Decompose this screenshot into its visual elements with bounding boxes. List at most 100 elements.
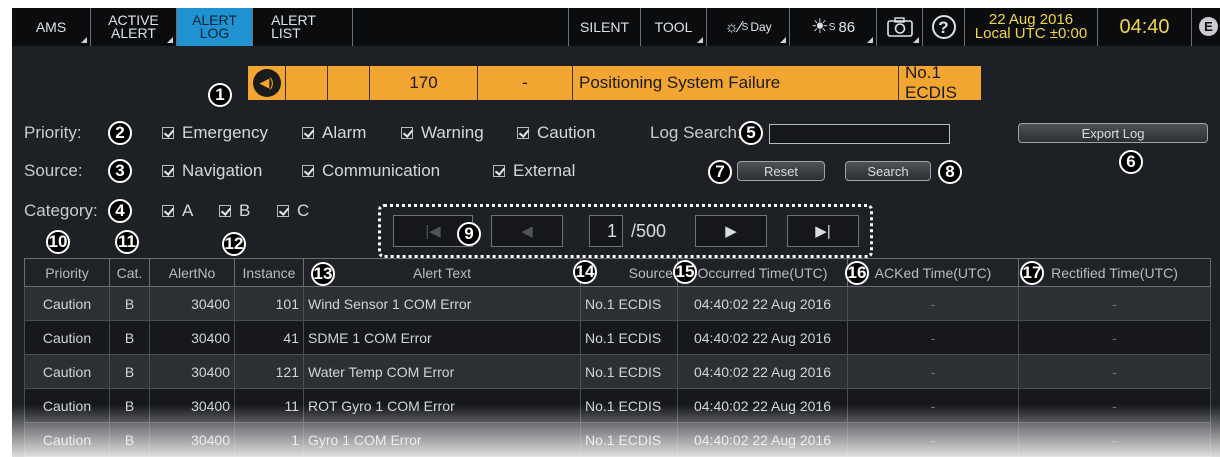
timezone-text: Local UTC ±0:00 — [974, 25, 1088, 42]
cell-category: B — [109, 354, 150, 389]
checkbox-check-icon — [162, 205, 174, 217]
cell-instance: 41 — [234, 320, 304, 355]
page-number-value: 1 — [606, 220, 617, 241]
table-row[interactable]: Caution B 30400 41 SDME 1 COM Error No.1 ECDI… — [24, 320, 1211, 355]
category-a-checkbox[interactable]: A — [162, 201, 193, 221]
callout-6-text: 6 — [1126, 152, 1136, 171]
source-navigation-checkbox[interactable]: Navigation — [162, 161, 262, 181]
category-c-label: C — [297, 201, 310, 220]
ams-button[interactable]: AMS — [12, 8, 91, 46]
sun-moon-icon: ☼⁄ — [724, 18, 742, 36]
callout-7-text: 7 — [715, 162, 725, 181]
checkbox-check-icon — [302, 165, 314, 177]
cell-alert-text: Water Temp COM Error — [303, 354, 581, 389]
cell-alert-no: 30400 — [149, 320, 235, 355]
help-button[interactable]: ? — [923, 8, 965, 46]
day-night-button[interactable]: ☼⁄ S Day — [707, 8, 790, 46]
source-communication-label: Communication — [322, 161, 441, 180]
priority-warning-checkbox[interactable]: Warning — [401, 123, 484, 143]
checkbox-check-icon — [302, 127, 314, 139]
cell-occurred-time: 04:40:02 22 Aug 2016 — [677, 354, 848, 389]
cell-alert-no: 30400 — [149, 286, 235, 321]
log-search-input[interactable] — [769, 124, 950, 144]
header-alert-text[interactable]: Alert Text — [303, 258, 581, 287]
tab-alert-list[interactable]: ALERT LIST — [253, 8, 353, 46]
tab-active-alert-label-2: ALERT — [111, 25, 156, 41]
callout-15: 15 — [673, 260, 697, 284]
callout-5-text: 5 — [746, 123, 756, 142]
cell-rectified-time: - — [1018, 354, 1211, 389]
source-external-checkbox[interactable]: External — [493, 161, 575, 181]
checkbox-check-icon — [401, 127, 413, 139]
next-page-icon: ▶ — [725, 223, 737, 240]
callout-4: 4 — [108, 199, 132, 223]
alert-cell-blank-2 — [328, 66, 370, 100]
cell-alert-text: SDME 1 COM Error — [303, 320, 581, 355]
header-rectified-time[interactable]: Rectified Time(UTC) — [1018, 258, 1211, 287]
search-button[interactable]: Search — [845, 161, 931, 181]
priority-emergency-checkbox[interactable]: Emergency — [162, 123, 268, 143]
category-c-checkbox[interactable]: C — [277, 201, 309, 221]
header-category[interactable]: Cat. — [109, 258, 150, 287]
speaker-cell[interactable]: ◀) — [248, 66, 286, 100]
prev-page-icon: ◀ — [521, 223, 533, 240]
source-communication-checkbox[interactable]: Communication — [302, 161, 440, 181]
top-bar: AMS ACTIVE ALERT ALERT LOG ALERT LIST SILEN… — [12, 8, 1220, 46]
next-page-button[interactable]: ▶ — [695, 215, 767, 247]
cell-acked-time: - — [847, 320, 1019, 355]
latest-alert-source-text: No.1 ECDIS — [905, 63, 957, 102]
callout-7: 7 — [708, 160, 732, 184]
latest-alert-no-text: 170 — [409, 73, 438, 92]
cell-instance: 101 — [234, 286, 304, 321]
cell-occurred-time: 04:40:02 22 Aug 2016 — [677, 286, 848, 321]
export-log-label: Export Log — [1081, 125, 1145, 141]
category-b-checkbox[interactable]: B — [219, 201, 250, 221]
screenshot-button[interactable] — [877, 8, 923, 46]
silent-label: SILENT — [579, 18, 629, 35]
tab-alert-list-label-2: LIST — [271, 25, 301, 41]
latest-alert-instance: - — [478, 66, 573, 100]
page-number-input[interactable]: 1 — [589, 215, 623, 247]
header-instance[interactable]: Instance — [234, 258, 304, 287]
speaker-icon[interactable]: ◀) — [252, 69, 281, 97]
reset-button[interactable]: Reset — [737, 161, 825, 181]
header-occurred-time[interactable]: Occurred Time(UTC) — [677, 258, 848, 287]
callout-10-text: 10 — [48, 232, 68, 251]
callout-3-text: 3 — [115, 161, 125, 180]
table-row[interactable]: Caution B 30400 121 Water Temp COM Error No.1… — [24, 354, 1211, 389]
cell-occurred-time: 04:40:02 22 Aug 2016 — [677, 320, 848, 355]
brightness-button[interactable]: ☀ S 86 — [790, 8, 877, 46]
latest-alert-bar[interactable]: ◀) 170 - Positioning System Failure No.1… — [248, 63, 981, 102]
help-icon: ? — [931, 15, 956, 39]
callout-10: 10 — [46, 230, 70, 254]
checkbox-check-icon — [277, 205, 289, 217]
header-acked-time[interactable]: ACKed Time(UTC) — [847, 258, 1019, 287]
pager: |◀ ◀ 1 /500 ▶ ▶| — [378, 204, 873, 258]
callout-14-text: 14 — [575, 262, 595, 281]
tab-alert-log[interactable]: ALERT LOG — [177, 8, 253, 46]
tool-label: TOOL — [654, 18, 693, 35]
callout-11: 11 — [115, 230, 139, 254]
last-page-button[interactable]: ▶| — [787, 215, 859, 247]
camera-icon — [886, 17, 913, 37]
day-mode-sub: S — [741, 21, 749, 33]
tab-active-alert[interactable]: ACTIVE ALERT — [91, 8, 177, 46]
ecdis-emblem-icon: E — [1199, 17, 1218, 36]
page-total: /500 — [631, 221, 667, 241]
brightness-icon: ☀ — [810, 15, 829, 38]
header-priority[interactable]: Priority — [24, 258, 110, 287]
checkbox-check-icon — [162, 165, 174, 177]
callout-12-text: 12 — [224, 234, 244, 253]
silent-button[interactable]: SILENT — [568, 8, 641, 46]
header-alert-no[interactable]: AlertNo — [149, 258, 235, 287]
prev-page-button[interactable]: ◀ — [491, 215, 563, 247]
priority-emergency-label: Emergency — [182, 123, 268, 142]
export-log-button[interactable]: Export Log — [1018, 123, 1208, 143]
priority-alarm-checkbox[interactable]: Alarm — [302, 123, 366, 143]
callout-1: 1 — [208, 83, 232, 107]
cell-category: B — [109, 320, 150, 355]
tool-button[interactable]: TOOL — [641, 8, 707, 46]
priority-caution-checkbox[interactable]: Caution — [517, 123, 596, 143]
bottom-fade — [12, 405, 1220, 457]
table-row[interactable]: Caution B 30400 101 Wind Sensor 1 COM Error N… — [24, 286, 1211, 321]
